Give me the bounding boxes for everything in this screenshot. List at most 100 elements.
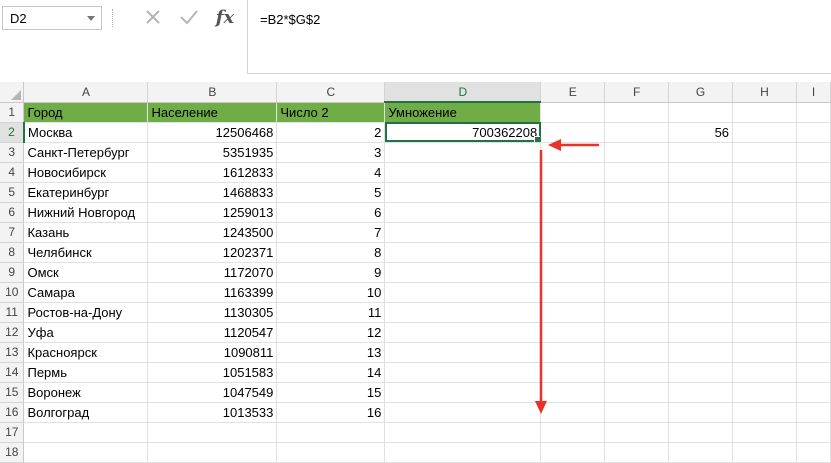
cell[interactable]	[796, 302, 831, 323]
cell[interactable]	[540, 142, 606, 163]
cell[interactable]	[796, 242, 831, 263]
column-header-h[interactable]: H	[732, 82, 797, 103]
row-header[interactable]: 14	[0, 362, 25, 383]
row-header[interactable]: 17	[0, 422, 25, 443]
cell[interactable]	[796, 102, 831, 123]
cell[interactable]	[540, 262, 606, 283]
cell[interactable]	[732, 122, 797, 143]
cell[interactable]	[732, 182, 797, 203]
cell[interactable]	[668, 202, 734, 223]
chevron-down-icon[interactable]	[87, 16, 95, 21]
row-header[interactable]: 9	[0, 262, 25, 283]
row-header[interactable]: 5	[0, 182, 25, 203]
cell[interactable]	[384, 282, 542, 303]
column-header-f[interactable]: F	[604, 82, 670, 103]
cell[interactable]	[23, 422, 149, 443]
row-header[interactable]: 11	[0, 302, 25, 323]
cell[interactable]	[540, 202, 606, 223]
cell[interactable]	[796, 342, 831, 363]
cell[interactable]	[668, 162, 734, 183]
cell[interactable]	[668, 262, 734, 283]
cell[interactable]	[384, 162, 542, 183]
population-cell[interactable]: 1202371	[147, 242, 278, 263]
column-header-e[interactable]: E	[540, 82, 606, 103]
cell[interactable]	[384, 222, 542, 243]
cell[interactable]	[384, 262, 542, 283]
column-header-a[interactable]: A	[23, 82, 149, 103]
number2-cell[interactable]: 16	[276, 402, 386, 423]
cell[interactable]	[732, 162, 797, 183]
number2-cell[interactable]: 15	[276, 382, 386, 403]
header-cell-number2[interactable]: Число 2	[276, 102, 386, 123]
cell[interactable]	[668, 442, 734, 463]
city-cell[interactable]: Москва	[23, 122, 149, 143]
cell[interactable]	[732, 262, 797, 283]
active-cell[interactable]: 700362208	[384, 122, 542, 143]
cell[interactable]	[796, 322, 831, 343]
number2-cell[interactable]: 5	[276, 182, 386, 203]
row-header[interactable]: 4	[0, 162, 25, 183]
cell[interactable]	[147, 422, 278, 443]
population-cell[interactable]: 5351935	[147, 142, 278, 163]
check-icon[interactable]	[176, 4, 202, 30]
cell[interactable]	[796, 402, 831, 423]
population-cell[interactable]: 1051583	[147, 362, 278, 383]
cell[interactable]	[796, 442, 831, 463]
name-box[interactable]: D2	[2, 6, 102, 30]
cell[interactable]	[732, 242, 797, 263]
cell[interactable]	[668, 282, 734, 303]
city-cell[interactable]: Челябинск	[23, 242, 149, 263]
cell[interactable]	[604, 382, 670, 403]
cell[interactable]	[604, 402, 670, 423]
cell[interactable]	[732, 382, 797, 403]
number2-cell[interactable]: 10	[276, 282, 386, 303]
cell[interactable]	[540, 122, 606, 143]
cell[interactable]	[540, 322, 606, 343]
header-cell-multiplication[interactable]: Умножение	[384, 102, 542, 123]
number2-cell[interactable]: 14	[276, 362, 386, 383]
cell[interactable]	[604, 162, 670, 183]
cell[interactable]	[668, 362, 734, 383]
city-cell[interactable]: Нижний Новгород	[23, 202, 149, 223]
population-cell[interactable]: 1047549	[147, 382, 278, 403]
cell[interactable]	[796, 262, 831, 283]
cell[interactable]	[668, 402, 734, 423]
cell[interactable]	[384, 242, 542, 263]
cell[interactable]	[796, 142, 831, 163]
cell[interactable]	[796, 182, 831, 203]
column-header-g[interactable]: G	[668, 82, 734, 103]
cell[interactable]	[732, 342, 797, 363]
cell[interactable]	[732, 322, 797, 343]
row-header[interactable]: 10	[0, 282, 25, 303]
cell[interactable]	[732, 442, 797, 463]
cell[interactable]	[604, 122, 670, 143]
cell[interactable]	[604, 262, 670, 283]
number2-cell[interactable]: 9	[276, 262, 386, 283]
cell[interactable]	[276, 422, 386, 443]
cell[interactable]	[540, 182, 606, 203]
population-cell[interactable]: 1013533	[147, 402, 278, 423]
city-cell[interactable]: Пермь	[23, 362, 149, 383]
cell[interactable]	[732, 402, 797, 423]
cell[interactable]	[668, 382, 734, 403]
row-header[interactable]: 15	[0, 382, 25, 403]
cell[interactable]	[604, 282, 670, 303]
cell[interactable]	[668, 322, 734, 343]
cell[interactable]	[732, 142, 797, 163]
population-cell[interactable]: 1090811	[147, 342, 278, 363]
cell[interactable]	[384, 322, 542, 343]
cell[interactable]	[668, 422, 734, 443]
city-cell[interactable]: Волгоград	[23, 402, 149, 423]
population-cell[interactable]: 1468833	[147, 182, 278, 203]
cell[interactable]	[796, 282, 831, 303]
row-header[interactable]: 16	[0, 402, 25, 423]
cell[interactable]	[604, 302, 670, 323]
column-header-i[interactable]: I	[796, 82, 831, 103]
cell[interactable]	[540, 162, 606, 183]
cell[interactable]	[540, 302, 606, 323]
cell[interactable]	[732, 282, 797, 303]
city-cell[interactable]: Воронеж	[23, 382, 149, 403]
cell[interactable]	[796, 422, 831, 443]
cell[interactable]	[540, 422, 606, 443]
cell[interactable]	[732, 102, 797, 123]
